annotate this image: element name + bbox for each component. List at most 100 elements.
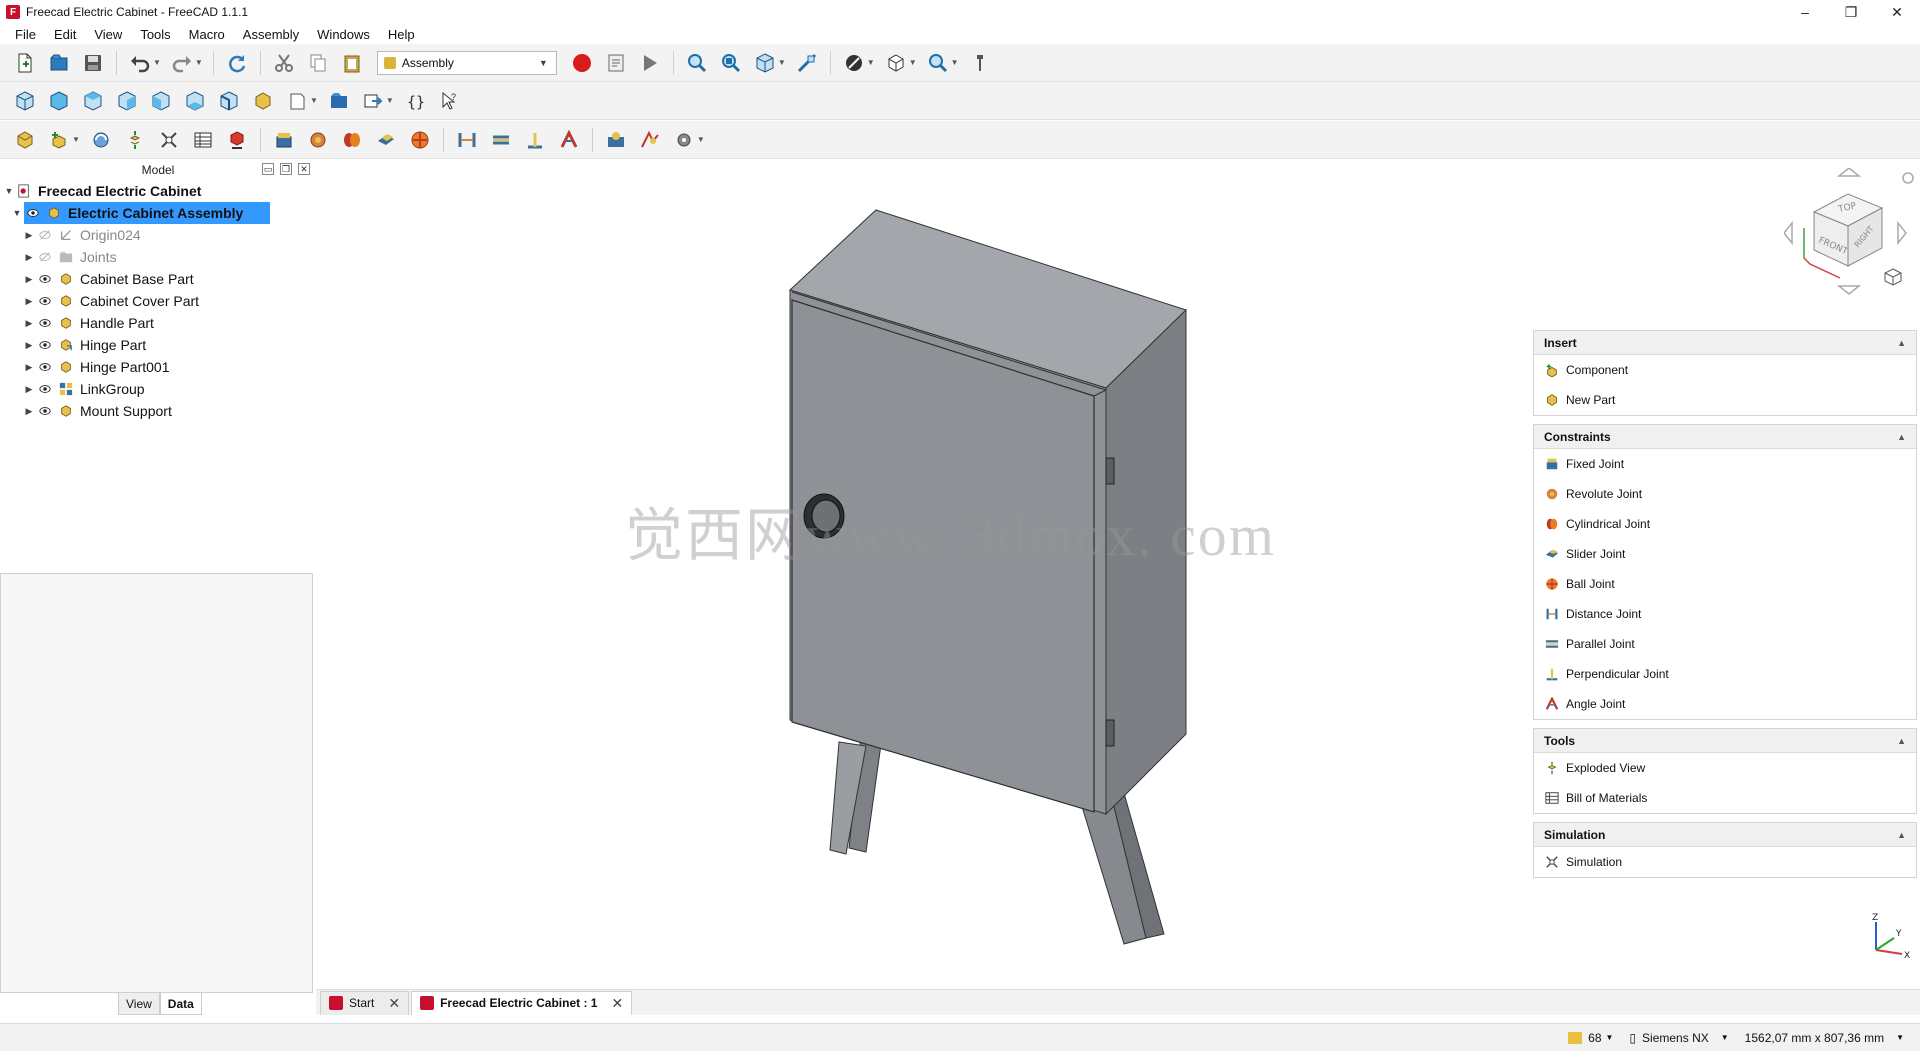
visibility-eye-icon[interactable]	[38, 316, 52, 330]
task-item-cylindrical-joint[interactable]: Cylindrical Joint	[1534, 509, 1916, 539]
close-button[interactable]: ✕	[1874, 0, 1920, 24]
menu-macro[interactable]: Macro	[180, 27, 234, 42]
task-section-header[interactable]: Tools ▲	[1534, 729, 1916, 753]
whats-this-icon[interactable]	[967, 50, 993, 76]
collapse-icon[interactable]: ▲	[1897, 338, 1906, 348]
collapsed-arrow-icon[interactable]: ▶	[24, 318, 34, 329]
task-item-simulation[interactable]: Simulation	[1534, 847, 1916, 877]
tab-data[interactable]: Data	[159, 993, 202, 1015]
tab-start[interactable]: Start ✕	[320, 990, 410, 1015]
insert-component-icon[interactable]	[46, 127, 72, 153]
perpendicular-joint-icon[interactable]	[522, 127, 548, 153]
revolute-joint-icon[interactable]	[305, 127, 331, 153]
view-front-icon[interactable]	[46, 88, 72, 114]
tab-document[interactable]: Freecad Electric Cabinet : 1 ✕	[411, 990, 633, 1015]
task-item-exploded-view[interactable]: Exploded View	[1534, 753, 1916, 783]
close-tab-icon[interactable]: ✕	[388, 995, 400, 1012]
task-item-bill-of-materials[interactable]: Bill of Materials	[1534, 783, 1916, 813]
visibility-eye-icon[interactable]	[38, 404, 52, 418]
fit-selection-icon[interactable]	[718, 50, 744, 76]
visibility-eye-icon[interactable]	[38, 294, 52, 308]
tree-item-hinge-part[interactable]: ▶ Hinge Part	[24, 334, 147, 356]
task-item-ball-joint[interactable]: Ball Joint	[1534, 569, 1916, 599]
cylindrical-joint-icon[interactable]	[339, 127, 365, 153]
menu-file[interactable]: File	[6, 27, 45, 42]
undo-icon[interactable]	[127, 50, 153, 76]
tree-item-cabinet-base-part[interactable]: ▶ Cabinet Base Part	[24, 268, 194, 290]
paste-icon[interactable]	[339, 50, 365, 76]
collapsed-arrow-icon[interactable]: ▶	[24, 274, 34, 285]
tree-item-mount-support[interactable]: ▶ Mount Support	[24, 400, 172, 422]
expand-arrow-icon[interactable]: ▼	[12, 208, 22, 218]
slider-joint-icon[interactable]	[373, 127, 399, 153]
hidden-eye-icon[interactable]	[38, 228, 52, 242]
tree-item-hinge-part001[interactable]: ▶ Hinge Part001	[24, 356, 170, 378]
menu-assembly[interactable]: Assembly	[234, 27, 308, 42]
notification-counter[interactable]: 68 ▼	[1568, 1031, 1613, 1045]
tree-item-assembly[interactable]: ▼ Electric Cabinet Assembly	[0, 202, 270, 224]
fixed-joint-icon[interactable]	[271, 127, 297, 153]
collapsed-arrow-icon[interactable]: ▶	[24, 406, 34, 417]
task-item-parallel-joint[interactable]: Parallel Joint	[1534, 629, 1916, 659]
bounding-box-icon[interactable]	[883, 50, 909, 76]
parallel-joint-icon[interactable]	[488, 127, 514, 153]
hidden-eye-icon[interactable]	[38, 250, 52, 264]
tree-item-cabinet-cover-part[interactable]: ▶ Cabinet Cover Part	[24, 290, 200, 312]
task-item-perpendicular-joint[interactable]: Perpendicular Joint	[1534, 659, 1916, 689]
menu-windows[interactable]: Windows	[308, 27, 379, 42]
tab-view[interactable]: View	[118, 993, 160, 1015]
collapsed-arrow-icon[interactable]: ▶	[24, 296, 34, 307]
view-rear-icon[interactable]	[148, 88, 174, 114]
visibility-eye-icon[interactable]	[26, 206, 40, 220]
menu-help[interactable]: Help	[379, 27, 424, 42]
cut-icon[interactable]	[271, 50, 297, 76]
solve-assembly-icon[interactable]	[88, 127, 114, 153]
save-icon[interactable]	[80, 50, 106, 76]
create-group-icon[interactable]	[326, 88, 352, 114]
copy-icon[interactable]	[305, 50, 331, 76]
zoom-icon[interactable]	[925, 50, 951, 76]
tree-item-handle-part[interactable]: ▶ Handle Part	[24, 312, 154, 334]
task-item-component[interactable]: Component	[1534, 355, 1916, 385]
task-item-angle-joint[interactable]: Angle Joint	[1534, 689, 1916, 719]
visibility-eye-icon[interactable]	[38, 382, 52, 396]
tree-item-origin[interactable]: ▶ Origin024	[24, 224, 141, 246]
view-menu-cube-icon[interactable]	[1882, 266, 1904, 288]
macro-editor-icon[interactable]	[603, 50, 629, 76]
measure-icon[interactable]	[794, 50, 820, 76]
panel-float-icon[interactable]: ▭	[262, 163, 274, 175]
collapsed-arrow-icon[interactable]: ▶	[24, 362, 34, 373]
close-tab-icon[interactable]: ✕	[611, 995, 623, 1012]
menu-edit[interactable]: Edit	[45, 27, 85, 42]
expand-arrow-icon[interactable]: ▼	[4, 186, 14, 196]
task-item-distance-joint[interactable]: Distance Joint	[1534, 599, 1916, 629]
view-bottom-icon[interactable]	[182, 88, 208, 114]
visibility-eye-icon[interactable]	[38, 338, 52, 352]
refresh-icon[interactable]	[224, 50, 250, 76]
restore-button[interactable]: ❐	[1828, 0, 1874, 24]
simulation-icon[interactable]	[156, 127, 182, 153]
fit-all-icon[interactable]	[684, 50, 710, 76]
task-item-new-part[interactable]: New Part	[1534, 385, 1916, 415]
run-macro-icon[interactable]	[637, 50, 663, 76]
menu-view[interactable]: View	[85, 27, 131, 42]
panel-close-icon[interactable]: ✕	[298, 163, 310, 175]
view-left-icon[interactable]	[216, 88, 242, 114]
draw-style-icon[interactable]	[841, 50, 867, 76]
collapse-icon[interactable]: ▲	[1897, 736, 1906, 746]
task-item-slider-joint[interactable]: Slider Joint	[1534, 539, 1916, 569]
distance-joint-icon[interactable]	[454, 127, 480, 153]
visibility-eye-icon[interactable]	[38, 360, 52, 374]
link-actions-icon[interactable]	[360, 88, 386, 114]
redo-icon[interactable]	[169, 50, 195, 76]
angle-joint-icon[interactable]	[556, 127, 582, 153]
exploded-view-icon[interactable]	[122, 127, 148, 153]
collapse-icon[interactable]: ▲	[1897, 830, 1906, 840]
workbench-selector[interactable]: Assembly ▼	[376, 50, 557, 75]
variable-set-icon[interactable]: {}	[402, 88, 428, 114]
panel-dock-icon[interactable]: ❐	[280, 163, 292, 175]
tree-item-linkgroup[interactable]: ▶ LinkGroup	[24, 378, 145, 400]
task-section-header[interactable]: Constraints ▲	[1534, 425, 1916, 449]
standard-views-icon[interactable]	[752, 50, 778, 76]
view-right-icon[interactable]	[114, 88, 140, 114]
